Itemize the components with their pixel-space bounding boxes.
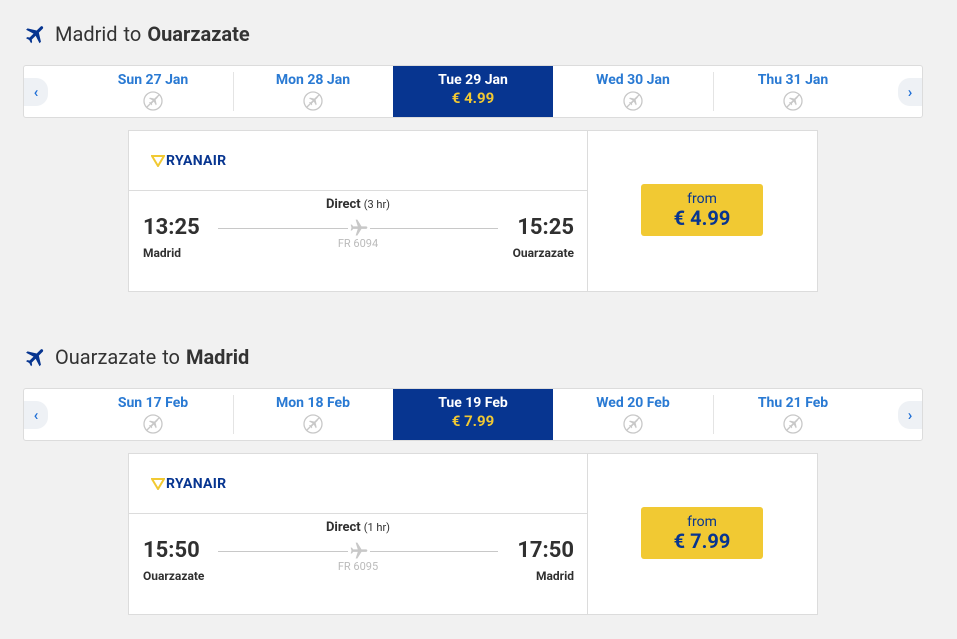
arrival-time: 17:50 (517, 538, 574, 563)
airline-name: RYANAIR (166, 476, 227, 492)
flight-details: RYANAIR 15:50 Ouarzazate Direct (1 hr) FR… (129, 454, 588, 614)
departure-time: 13:25 (143, 215, 200, 240)
airplane-icon (350, 542, 368, 559)
flight-number: FR 6094 (337, 237, 379, 250)
flight-details: RYANAIR 13:25 Madrid Direct (3 hr) FR 609… (129, 131, 588, 291)
airplane-icon (26, 26, 44, 44)
airplane-icon (26, 349, 44, 367)
return-date-selector: ‹ Sun 17 Feb Mon 18 Feb Tue 19 Feb € 7.9… (23, 388, 923, 441)
divider (129, 190, 587, 191)
destination-city: Ouarzazate (147, 22, 250, 46)
no-flight-icon (783, 91, 803, 111)
flight-card[interactable]: RYANAIR 13:25 Madrid Direct (3 hr) FR 609… (128, 130, 818, 292)
date-option[interactable]: Sun 17 Feb (73, 389, 233, 440)
duration-label: (3 hr) (363, 198, 391, 211)
chevron-right-icon[interactable]: › (898, 401, 922, 429)
date-option[interactable]: Wed 30 Jan (553, 66, 713, 117)
date-option[interactable]: Thu 31 Jan (713, 66, 873, 117)
departure-city: Madrid (143, 246, 182, 260)
return-title: Ouarzazate to Madrid (24, 343, 249, 371)
select-price-button[interactable]: from € 7.99 (641, 507, 763, 559)
no-flight-icon (143, 91, 163, 111)
origin-city: Ouarzazate (55, 345, 157, 369)
divider (129, 513, 587, 514)
date-label: Thu 21 Feb (757, 395, 829, 411)
chevron-right-icon[interactable]: › (898, 78, 922, 106)
date-label: Wed 30 Jan (596, 72, 670, 88)
outbound-date-selector: ‹ Sun 27 Jan Mon 28 Jan Tue 29 Jan € 4.9… (23, 65, 923, 118)
to-word: to (123, 22, 142, 46)
no-flight-icon (623, 414, 643, 434)
no-flight-icon (303, 91, 323, 111)
date-option[interactable]: Wed 20 Feb (553, 389, 713, 440)
airplane-icon (350, 219, 368, 236)
outbound-title: Madrid to Ouarzazate (24, 20, 250, 48)
date-option-selected[interactable]: Tue 19 Feb € 7.99 (393, 389, 553, 440)
date-label: Thu 31 Jan (757, 72, 829, 88)
airline-logo: RYANAIR (151, 475, 226, 493)
chevron-left-icon[interactable]: ‹ (24, 401, 48, 429)
arrival-city: Madrid (535, 569, 574, 583)
arrival-time: 15:25 (517, 215, 574, 240)
date-option[interactable]: Mon 18 Feb (233, 389, 393, 440)
stops-label: Direct (325, 520, 361, 535)
airline-name: RYANAIR (166, 153, 227, 169)
flight-route: Direct (3 hr) FR 6094 (218, 193, 498, 253)
from-label: from (687, 191, 717, 207)
flight-card[interactable]: RYANAIR 15:50 Ouarzazate Direct (1 hr) FR… (128, 453, 818, 615)
date-option[interactable]: Mon 28 Jan (233, 66, 393, 117)
no-flight-icon (783, 414, 803, 434)
flight-route: Direct (1 hr) FR 6095 (218, 516, 498, 576)
no-flight-icon (623, 91, 643, 111)
date-label: Mon 28 Jan (275, 72, 351, 88)
origin-city: Madrid (55, 22, 118, 46)
date-label: Mon 18 Feb (275, 395, 350, 411)
destination-city: Madrid (185, 345, 250, 369)
departure-city: Ouarzazate (143, 569, 205, 583)
date-label: Sun 27 Jan (117, 72, 189, 88)
arrival-city: Ouarzazate (512, 246, 574, 260)
date-label: Sun 17 Feb (117, 395, 189, 411)
ryanair-harp-logo (151, 155, 165, 167)
date-price: € 4.99 (451, 89, 495, 107)
airline-logo: RYANAIR (151, 152, 226, 170)
no-flight-icon (143, 414, 163, 434)
stops-label: Direct (325, 197, 361, 212)
date-option[interactable]: Thu 21 Feb (713, 389, 873, 440)
chevron-left-icon[interactable]: ‹ (24, 78, 48, 106)
price-label: € 4.99 (673, 206, 731, 230)
date-option-selected[interactable]: Tue 29 Jan € 4.99 (393, 66, 553, 117)
from-label: from (687, 514, 717, 530)
ryanair-harp-logo (151, 478, 165, 490)
date-label: Tue 19 Feb (438, 395, 508, 411)
date-option[interactable]: Sun 27 Jan (73, 66, 233, 117)
no-flight-icon (303, 414, 323, 434)
select-price-button[interactable]: from € 4.99 (641, 184, 763, 236)
duration-label: (1 hr) (363, 521, 391, 534)
flight-number: FR 6095 (337, 560, 379, 573)
date-price: € 7.99 (451, 412, 495, 430)
price-label: € 7.99 (673, 529, 731, 553)
date-label: Tue 29 Jan (438, 72, 508, 88)
to-word: to (162, 345, 180, 369)
departure-time: 15:50 (143, 538, 200, 563)
date-label: Wed 20 Feb (596, 395, 670, 411)
